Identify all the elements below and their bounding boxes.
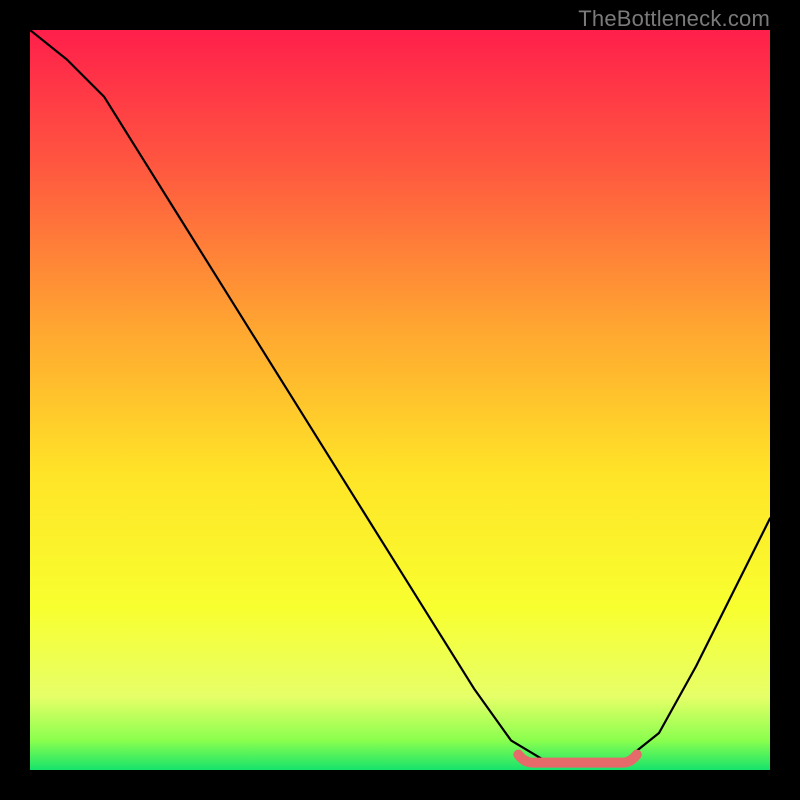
curve-layer bbox=[30, 30, 770, 770]
plot-area bbox=[30, 30, 770, 770]
chart-frame: TheBottleneck.com bbox=[0, 0, 800, 800]
watermark-text: TheBottleneck.com bbox=[578, 6, 770, 32]
bottleneck-curve bbox=[30, 30, 770, 763]
